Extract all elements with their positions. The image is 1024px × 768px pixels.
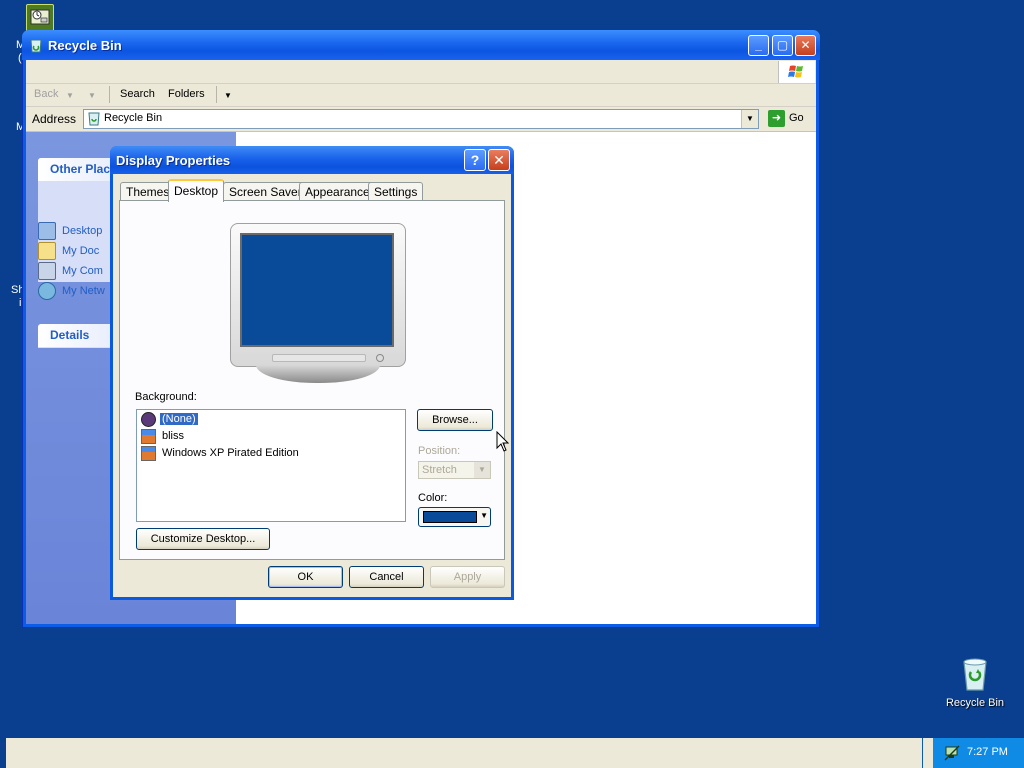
other-places-item[interactable]: My Doc bbox=[38, 242, 99, 260]
taskbar: 7:27 PM bbox=[0, 738, 1024, 768]
cancel-button[interactable]: Cancel bbox=[349, 566, 424, 588]
toolbar-separator bbox=[216, 86, 217, 103]
address-bar: Address Recycle Bin ▼ ➜ Go bbox=[26, 107, 816, 132]
close-icon: ✕ bbox=[493, 152, 505, 168]
my-documents-icon bbox=[38, 242, 56, 260]
recycle-bin-small-icon bbox=[30, 39, 42, 53]
menu-bar bbox=[26, 60, 816, 84]
tab-desktop[interactable]: Desktop bbox=[168, 179, 225, 202]
system-tray: 7:27 PM bbox=[922, 738, 1024, 768]
other-places-item-label: My Com bbox=[62, 264, 103, 277]
recycle-bin-icon bbox=[963, 658, 987, 691]
explorer-titlebar[interactable]: Recycle Bin _ ▢ ✕ bbox=[22, 30, 820, 60]
other-places-item[interactable]: Desktop bbox=[38, 222, 102, 240]
desktop-tab-page: Background: (None) bliss Windows XP Pira… bbox=[119, 200, 505, 560]
chevron-down-icon: ▼ bbox=[480, 511, 488, 520]
monitor-power-icon bbox=[376, 354, 384, 362]
recycle-bin-label: Recycle Bin bbox=[945, 697, 1005, 709]
color-picker-button[interactable]: ▼ bbox=[418, 507, 491, 527]
views-dropdown-icon[interactable]: ▼ bbox=[224, 91, 232, 100]
other-places-item-label: My Doc bbox=[62, 244, 100, 257]
list-item[interactable]: (None) bbox=[141, 411, 199, 427]
windows-flag-icon bbox=[788, 65, 803, 78]
back-button[interactable]: Back bbox=[34, 88, 58, 100]
desktop-recycle-bin[interactable]: Recycle Bin bbox=[936, 656, 1014, 709]
customize-desktop-button[interactable]: Customize Desktop... bbox=[136, 528, 270, 550]
go-label: Go bbox=[789, 112, 804, 124]
other-places-item[interactable]: My Netw bbox=[38, 282, 105, 300]
none-background-icon bbox=[141, 411, 156, 427]
other-places-item[interactable]: My Com bbox=[38, 262, 103, 280]
image-file-icon bbox=[141, 428, 156, 444]
dialog-title: Display Properties bbox=[116, 153, 231, 168]
list-item[interactable]: bliss bbox=[141, 428, 186, 444]
monitor-screen-preview bbox=[240, 233, 394, 347]
folders-button[interactable]: Folders bbox=[168, 88, 205, 100]
go-button[interactable]: ➜ Go bbox=[768, 110, 804, 127]
tab-settings[interactable]: Settings bbox=[368, 182, 424, 200]
image-file-icon bbox=[141, 445, 156, 461]
forward-dropdown-icon[interactable]: ▼ bbox=[88, 91, 96, 100]
help-button[interactable]: ? bbox=[464, 149, 486, 171]
address-dropdown-icon[interactable]: ▼ bbox=[741, 110, 758, 128]
browse-button[interactable]: Browse... bbox=[417, 409, 493, 431]
monitor-bezel-slot bbox=[272, 354, 366, 362]
tray-separator bbox=[923, 738, 933, 768]
windows-logo bbox=[778, 61, 815, 83]
apply-button[interactable]: Apply bbox=[430, 566, 505, 588]
background-option-label: (None) bbox=[159, 412, 199, 426]
tab-screen-saver[interactable]: Screen Saver bbox=[223, 182, 308, 200]
address-label: Address bbox=[32, 112, 77, 126]
maximize-icon: ▢ bbox=[776, 38, 789, 52]
address-value: Recycle Bin bbox=[104, 112, 163, 124]
minimize-button[interactable]: _ bbox=[748, 35, 769, 56]
dialog-close-button[interactable]: ✕ bbox=[488, 149, 510, 171]
chevron-down-icon: ▼ bbox=[474, 462, 490, 478]
desktop-icon bbox=[38, 222, 56, 240]
position-value: Stretch bbox=[422, 464, 457, 476]
position-select[interactable]: Stretch ▼ bbox=[418, 461, 491, 479]
background-listbox[interactable]: (None) bliss Windows XP Pirated Edition bbox=[136, 409, 406, 522]
toolbar-separator bbox=[109, 86, 110, 103]
clock[interactable]: 7:27 PM bbox=[967, 746, 1008, 758]
color-swatch bbox=[423, 511, 477, 523]
position-label: Position: bbox=[418, 445, 461, 457]
tab-appearance[interactable]: Appearance bbox=[299, 182, 376, 200]
color-label: Color: bbox=[418, 492, 448, 504]
dialog-titlebar[interactable]: Display Properties ? ✕ bbox=[110, 146, 514, 174]
monitor-stand bbox=[256, 365, 380, 383]
taskbar-edge bbox=[0, 738, 6, 768]
ok-button[interactable]: OK bbox=[268, 566, 343, 588]
close-icon: ✕ bbox=[800, 38, 811, 52]
address-input[interactable]: Recycle Bin ▼ bbox=[83, 109, 759, 129]
back-dropdown-icon[interactable]: ▼ bbox=[66, 91, 74, 100]
scheduled-task-icon bbox=[30, 9, 50, 25]
my-network-icon bbox=[38, 282, 56, 300]
minimize-icon: _ bbox=[755, 38, 762, 52]
background-option-label: bliss bbox=[162, 430, 185, 442]
search-button[interactable]: Search bbox=[120, 88, 155, 100]
go-arrow-icon: ➜ bbox=[768, 110, 785, 127]
dialog-body: Themes Desktop Screen Saver Appearance S… bbox=[113, 174, 511, 597]
background-label: Background: bbox=[135, 391, 197, 403]
standard-toolbar: Back ▼ ▼ Search Folders ▼ bbox=[26, 84, 816, 107]
maximize-button[interactable]: ▢ bbox=[772, 35, 793, 56]
network-tray-icon[interactable] bbox=[943, 744, 961, 762]
other-places-item-label: Desktop bbox=[62, 224, 103, 237]
list-item[interactable]: Windows XP Pirated Edition bbox=[141, 445, 301, 461]
recycle-bin-small-icon bbox=[88, 112, 100, 126]
display-properties-dialog: Display Properties ? ✕ Themes Desktop Sc… bbox=[110, 146, 514, 600]
explorer-title: Recycle Bin bbox=[48, 38, 122, 53]
close-button[interactable]: ✕ bbox=[795, 35, 816, 56]
help-icon: ? bbox=[470, 152, 480, 168]
mouse-cursor-icon bbox=[496, 431, 510, 452]
background-option-label: Windows XP Pirated Edition bbox=[162, 447, 299, 459]
my-computer-icon bbox=[38, 262, 56, 280]
other-places-item-label: My Netw bbox=[62, 284, 105, 297]
